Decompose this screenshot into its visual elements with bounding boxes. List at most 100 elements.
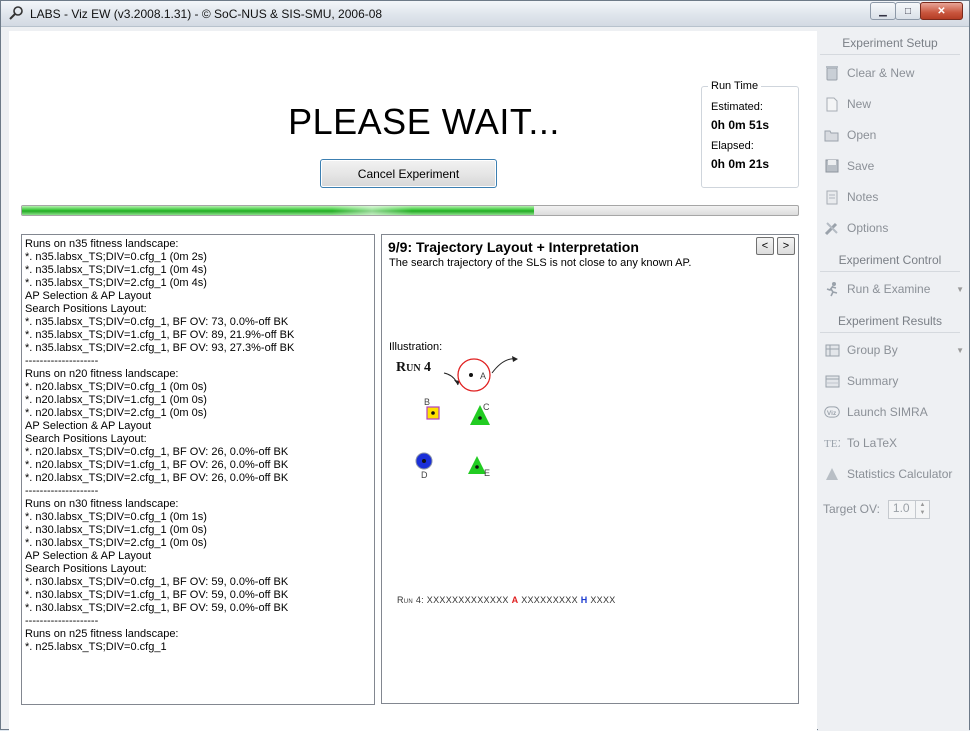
- point-b-label: B: [424, 397, 430, 407]
- viz-logo-icon: Viz: [824, 404, 840, 420]
- log-line: *. n20.labsx_TS;DIV=2.cfg_1 (0m 0s): [25, 407, 207, 419]
- spinner-up-icon[interactable]: ▲: [916, 501, 929, 509]
- svg-text:Viz: Viz: [827, 410, 837, 417]
- log-line: *. n30.labsx_TS;DIV=0.cfg_1, BF OV: 59, …: [25, 576, 289, 588]
- interpretation-panel: 9/9: Trajectory Layout + Interpretation …: [381, 234, 799, 704]
- experiment-control-header: Experiment Control: [820, 248, 960, 272]
- run-examine-button[interactable]: Run & Examine ▼: [824, 278, 964, 300]
- options-button[interactable]: Options: [824, 217, 964, 239]
- log-line: *. n20.labsx_TS;DIV=1.cfg_1 (0m 0s): [25, 394, 207, 406]
- log-line: *. n30.labsx_TS;DIV=1.cfg_1 (0m 0s): [25, 524, 207, 536]
- log-line: *. n20.labsx_TS;DIV=1.cfg_1, BF OV: 26, …: [25, 459, 289, 471]
- previous-step-button[interactable]: <: [756, 237, 774, 255]
- arrow-out-head: [512, 356, 518, 362]
- window-title: LABS - Viz EW (v3.2008.1.31) - © SoC-NUS…: [30, 7, 383, 21]
- to-latex-label: To LaTeX: [847, 436, 898, 450]
- elapsed-value: 0h 0m 21s: [711, 157, 770, 171]
- log-line: *. n35.labsx_TS;DIV=0.cfg_1 (0m 2s): [25, 251, 207, 263]
- trajectory-trace: Run 4: XXXXXXXXXXXXX A XXXXXXXXX H XXXX: [397, 595, 616, 605]
- sidebar: Experiment Setup Clear & New New Open Sa…: [818, 31, 969, 731]
- log-line: Runs on n35 fitness landscape:: [25, 238, 179, 250]
- point-a-dot: [469, 373, 473, 377]
- cancel-experiment-button[interactable]: Cancel Experiment: [320, 159, 497, 188]
- estimated-value: 0h 0m 51s: [711, 118, 770, 132]
- log-line: *. n20.labsx_TS;DIV=2.cfg_1, BF OV: 26, …: [25, 472, 289, 484]
- log-line: Search Positions Layout:: [25, 563, 147, 575]
- target-ov-spinner[interactable]: 1.0 ▲ ▼: [887, 499, 930, 519]
- spinner-down-icon[interactable]: ▼: [916, 509, 929, 517]
- estimated-label: Estimated:: [711, 101, 763, 113]
- close-icon: ✕: [937, 5, 946, 17]
- notes-icon: [824, 189, 840, 205]
- statistics-calculator-button[interactable]: Statistics Calculator: [824, 463, 964, 485]
- table-icon: [824, 373, 840, 389]
- wait-heading: PLEASE WAIT...: [288, 101, 560, 142]
- log-line: --------------------: [25, 485, 99, 497]
- main-panel: PLEASE WAIT... Cancel Experiment Run Tim…: [9, 31, 817, 731]
- step-description: The search trajectory of the SLS is not …: [389, 257, 692, 269]
- minimize-button[interactable]: ▁: [870, 2, 896, 20]
- log-line: Search Positions Layout:: [25, 303, 147, 315]
- notes-label: Notes: [847, 190, 879, 204]
- point-b-dot: [431, 411, 435, 415]
- new-button[interactable]: New: [824, 93, 964, 115]
- grid-icon: [824, 342, 840, 358]
- log-line: --------------------: [25, 615, 99, 627]
- next-step-button[interactable]: >: [777, 237, 795, 255]
- log-line: *. n35.labsx_TS;DIV=2.cfg_1 (0m 4s): [25, 277, 207, 289]
- point-a-label: A: [480, 371, 486, 381]
- point-c-dot: [478, 416, 482, 420]
- app-window: LABS - Viz EW (v3.2008.1.31) - © SoC-NUS…: [0, 0, 970, 731]
- launch-simra-button[interactable]: Viz Launch SIMRA: [824, 401, 964, 423]
- log-line: *. n30.labsx_TS;DIV=1.cfg_1, BF OV: 59, …: [25, 589, 289, 601]
- new-label: New: [847, 97, 872, 111]
- clear-new-button[interactable]: Clear & New: [824, 62, 964, 84]
- close-button[interactable]: ✕: [920, 2, 963, 20]
- chevron-down-icon: ▼: [956, 285, 964, 294]
- log-line: *. n20.labsx_TS;DIV=0.cfg_1, BF OV: 26, …: [25, 446, 289, 458]
- experiment-setup-header: Experiment Setup: [820, 31, 960, 55]
- save-label: Save: [847, 159, 875, 173]
- spinner-buttons[interactable]: ▲ ▼: [914, 500, 929, 518]
- save-button[interactable]: Save: [824, 155, 964, 177]
- run-examine-label: Run & Examine: [847, 282, 931, 296]
- progress-fill: [22, 206, 535, 215]
- magnifier-app-icon: [9, 6, 23, 20]
- trace-mark-a: A: [511, 595, 519, 605]
- log-textbox[interactable]: Runs on n35 fitness landscape: *. n35.lab…: [21, 234, 375, 705]
- progress-glow: [332, 206, 413, 215]
- target-ov-label: Target OV:: [823, 502, 880, 516]
- tex-icon: TEX: [824, 435, 840, 451]
- run-label: Run 4: [396, 360, 431, 375]
- log-line: *. n25.labsx_TS;DIV=0.cfg_1: [25, 641, 167, 653]
- to-latex-button[interactable]: TEX To LaTeX: [824, 432, 964, 454]
- tools-icon: [824, 220, 840, 236]
- running-man-icon: [824, 281, 840, 297]
- minimize-icon: ▁: [879, 5, 887, 17]
- floppy-disk-icon: [824, 158, 840, 174]
- trajectory-illustration: Run 4 A B C D E: [396, 356, 518, 480]
- trace-mark-h: H: [580, 595, 588, 605]
- notes-button[interactable]: Notes: [824, 186, 964, 208]
- log-line: *. n35.labsx_TS;DIV=2.cfg_1, BF OV: 93, …: [25, 342, 295, 354]
- group-by-button[interactable]: Group By ▼: [824, 339, 964, 361]
- folder-open-icon: [824, 127, 840, 143]
- maximize-button[interactable]: □: [895, 2, 921, 20]
- statistics-calculator-label: Statistics Calculator: [847, 467, 953, 481]
- log-line: Runs on n20 fitness landscape:: [25, 368, 179, 380]
- chevron-down-icon: ▼: [956, 346, 964, 355]
- log-line: *. n20.labsx_TS;DIV=0.cfg_1 (0m 0s): [25, 381, 207, 393]
- open-button[interactable]: Open: [824, 124, 964, 146]
- log-line: *. n35.labsx_TS;DIV=0.cfg_1, BF OV: 73, …: [25, 316, 289, 328]
- point-d-dot: [422, 459, 426, 463]
- log-line: --------------------: [25, 355, 99, 367]
- point-e-label: E: [484, 468, 490, 478]
- summary-button[interactable]: Summary: [824, 370, 964, 392]
- title-bar: LABS - Viz EW (v3.2008.1.31) - © SoC-NUS…: [1, 1, 969, 27]
- log-line: *. n30.labsx_TS;DIV=0.cfg_1 (0m 1s): [25, 511, 207, 523]
- maximize-icon: □: [904, 5, 912, 17]
- group-by-label: Group By: [847, 343, 898, 357]
- window-controls: ▁ □ ✕: [870, 2, 963, 20]
- open-label: Open: [847, 128, 877, 142]
- target-ov-value: 1.0: [892, 500, 910, 515]
